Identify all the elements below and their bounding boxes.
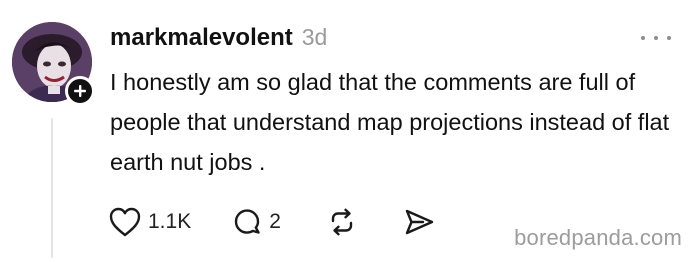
reply-button[interactable]: 2 xyxy=(231,206,281,238)
username[interactable]: markmalevolent xyxy=(110,24,293,52)
more-dot xyxy=(641,36,645,40)
replies-count: 2 xyxy=(269,210,281,233)
comment-bubble-icon xyxy=(235,209,260,234)
share-button[interactable] xyxy=(403,207,435,237)
thread-line xyxy=(51,118,53,258)
likes-count: 1.1K xyxy=(148,210,192,233)
post-header: markmalevolent 3d xyxy=(110,24,327,52)
timestamp: 3d xyxy=(301,24,328,50)
more-dot xyxy=(654,36,658,40)
action-bar: 1.1K 2 xyxy=(108,205,435,239)
repost-button[interactable] xyxy=(327,207,357,237)
threads-post-card: markmalevolent 3d I honestly am so glad … xyxy=(0,0,700,263)
follow-button[interactable] xyxy=(65,76,95,106)
watermark: boredpanda.com xyxy=(514,225,682,250)
post-text: I honestly am so glad that the comments … xyxy=(110,69,670,175)
send-icon xyxy=(405,209,434,235)
more-dot xyxy=(667,36,671,40)
repost-arrows-icon xyxy=(331,208,353,236)
heart-icon xyxy=(109,207,141,237)
more-horizontal-icon[interactable] xyxy=(641,30,671,46)
like-button[interactable]: 1.1K xyxy=(108,206,191,238)
plus-icon xyxy=(74,85,86,97)
